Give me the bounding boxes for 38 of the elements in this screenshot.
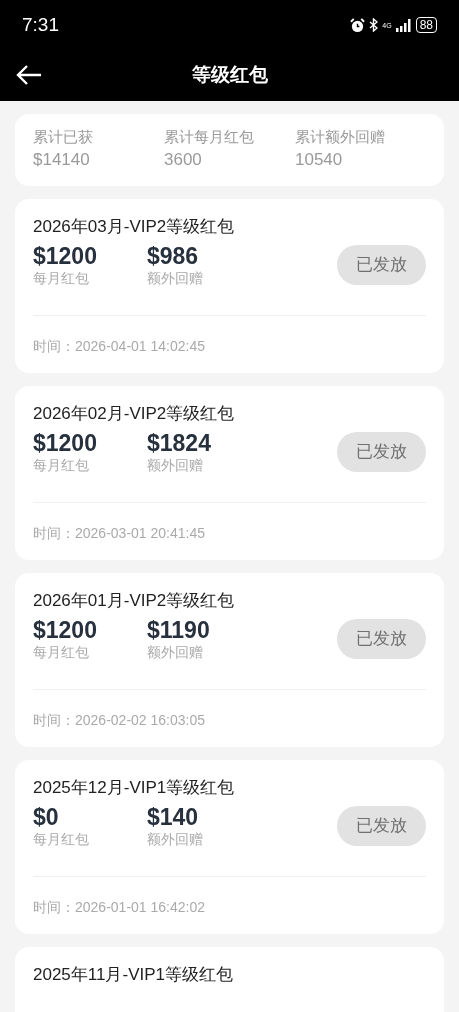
amount-label: 每月红包: [33, 830, 90, 848]
extra-amount: $1824: [147, 430, 212, 456]
back-arrow-icon: [16, 63, 42, 86]
record-title: 2026年01月-VIP2等级红包: [33, 590, 236, 612]
signal-icon: [395, 18, 412, 32]
amount-label: 额外回赠: [147, 269, 204, 287]
summary-value: 10540: [295, 149, 344, 171]
amount-label: 每月红包: [33, 269, 90, 287]
record-title: 2025年11月-VIP1等级红包: [33, 964, 234, 986]
amount-label: 每月红包: [33, 456, 90, 474]
amount-label: 额外回赠: [147, 643, 204, 661]
monthly-amount: $0: [33, 804, 60, 830]
record-title: 2026年02月-VIP2等级红包: [33, 403, 236, 425]
extra-amount: $140: [147, 804, 200, 830]
amount-label: 每月红包: [33, 643, 90, 661]
monthly-amount: $1200: [33, 430, 98, 456]
record-time: 时间：2026-02-02 16:03:05: [33, 711, 206, 730]
record-time: 时间：2026-03-01 20:41:45: [33, 524, 206, 543]
monthly-amount: $1200: [33, 617, 98, 643]
amount-label: 额外回赠: [147, 830, 204, 848]
alarm-icon: [350, 17, 366, 33]
status-time: 7:31: [22, 12, 59, 37]
record-time: 时间：2026-04-01 14:02:45: [33, 337, 206, 356]
battery-indicator: 88: [415, 17, 437, 33]
summary-label: 累计额外回赠: [295, 127, 386, 147]
record-time: 时间：2026-01-01 16:42:02: [33, 898, 206, 917]
amount-label: 额外回赠: [147, 456, 204, 474]
bluetooth-icon: [369, 18, 379, 32]
extra-amount: $1190: [147, 617, 211, 643]
page-title: 等级红包: [191, 63, 268, 88]
summary-value: 3600: [164, 149, 203, 171]
summary-label: 累计已获: [33, 127, 94, 147]
summary-label: 累计每月红包: [164, 127, 255, 147]
record-title: 2025年12月-VIP1等级红包: [33, 777, 236, 799]
record-title: 2026年03月-VIP2等级红包: [33, 216, 236, 238]
summary-value: $14140: [33, 149, 91, 171]
extra-amount: $986: [147, 243, 200, 269]
monthly-amount: $1200: [33, 243, 98, 269]
